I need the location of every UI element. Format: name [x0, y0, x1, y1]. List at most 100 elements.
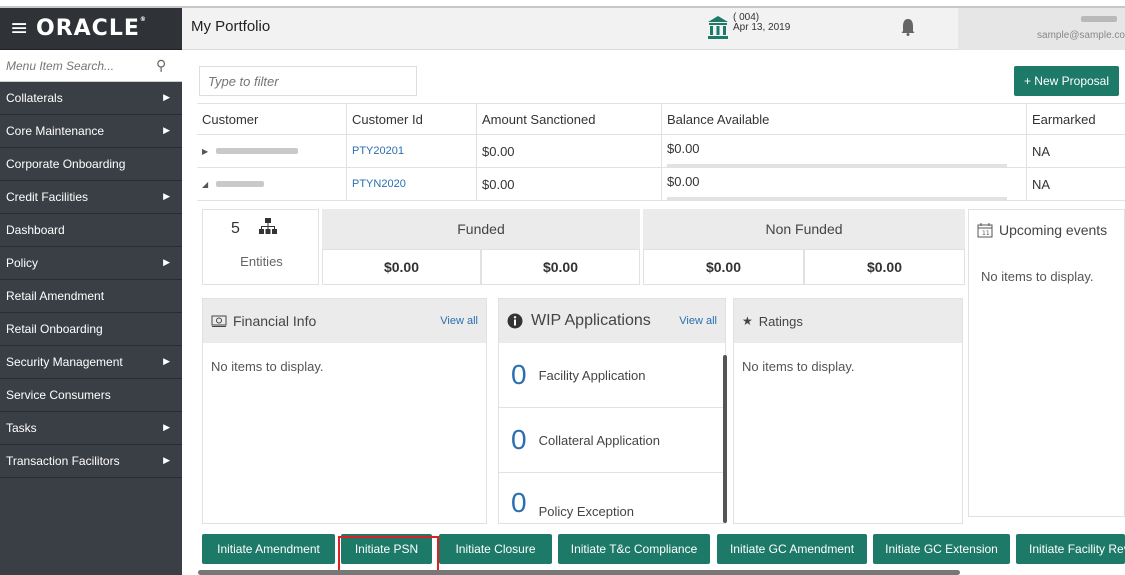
sidebar-item-transaction-facilitors[interactable]: Transaction Facilitors ▶ [0, 445, 182, 478]
financial-info-view-all-link[interactable]: View all [440, 315, 478, 327]
amount-sanctioned-cell: $0.00 [477, 168, 662, 200]
chevron-right-icon: ▶ [163, 126, 170, 136]
amount-sanctioned-cell: $0.00 [477, 135, 662, 167]
sidebar-item-label: Collaterals [6, 91, 63, 105]
portfolio-table: Customer Customer Id Amount Sanctioned B… [197, 103, 1125, 201]
sidebar-item-label: Corporate Onboarding [6, 157, 126, 171]
oracle-logo: ORACLE® [36, 16, 147, 41]
column-header-customer[interactable]: Customer [197, 104, 347, 134]
ratings-header: ★ Ratings [734, 299, 962, 343]
filter-input[interactable] [199, 66, 417, 96]
user-menu[interactable]: sample@sample.co [958, 8, 1125, 50]
sidebar-item-label: Service Consumers [6, 388, 111, 402]
customer-cell: ◢ [197, 168, 347, 200]
sidebar-item-dashboard[interactable]: Dashboard [0, 214, 182, 247]
sidebar-item-retail-amendment[interactable]: Retail Amendment [0, 280, 182, 313]
sidebar-item-label: Tasks [6, 421, 37, 435]
wip-scrollbar[interactable] [723, 355, 727, 523]
info-icon [507, 313, 523, 329]
wip-item-collateral-application[interactable]: 0 Collateral Application [499, 408, 725, 473]
customer-id-link[interactable]: PTYN2020 [352, 178, 406, 190]
horizontal-scrollbar[interactable] [198, 570, 960, 575]
ratings-empty: No items to display. [742, 359, 855, 374]
non-funded-value: $0.00 [804, 249, 965, 285]
menu-search-input[interactable] [6, 58, 156, 73]
expand-icon[interactable]: ▶ [202, 147, 208, 156]
non-funded-value: $0.00 [643, 249, 804, 285]
customer-id-link[interactable]: PTY20201 [352, 145, 404, 157]
initiate-facility-review-button[interactable]: Initiate Facility Revi [1016, 534, 1125, 564]
star-icon: ★ [742, 314, 753, 328]
entities-count: 5 [231, 220, 240, 237]
table-row[interactable]: ▶ PTY20201 $0.00 $0.00 NA [197, 135, 1125, 168]
sidebar-item-policy[interactable]: Policy ▶ [0, 247, 182, 280]
sidebar-item-corporate-onboarding[interactable]: Corporate Onboarding [0, 148, 182, 181]
summary-strip: 5 Entities Funded $0.00 $0.00 Non Funded… [202, 209, 1125, 517]
chevron-right-icon: ▶ [163, 456, 170, 466]
ratings-title: Ratings [758, 313, 803, 329]
main-content: My Portfolio ( 004) Apr 13, 2019 sample@… [182, 8, 1125, 575]
earmarked-cell: NA [1032, 176, 1051, 192]
funded-value: $0.00 [481, 249, 640, 285]
entities-card[interactable]: 5 Entities [202, 209, 319, 285]
sidebar-item-service-consumers[interactable]: Service Consumers [0, 379, 182, 412]
financial-info-widget: Financial Info View all No items to disp… [202, 298, 487, 524]
wip-label: Collateral Application [538, 432, 660, 448]
financial-info-title: Financial Info [233, 313, 317, 329]
upcoming-events-body: No items to display. [968, 249, 1125, 517]
entities-label: Entities [240, 254, 283, 269]
chevron-right-icon: ▶ [163, 258, 170, 268]
sidebar-item-label: Dashboard [6, 223, 65, 237]
funded-value: $0.00 [322, 249, 481, 285]
table-header-row: Customer Customer Id Amount Sanctioned B… [197, 103, 1125, 135]
initiate-gc-amendment-button[interactable]: Initiate GC Amendment [717, 534, 867, 564]
sidebar-item-core-maintenance[interactable]: Core Maintenance ▶ [0, 115, 182, 148]
initiate-amendment-button[interactable]: Initiate Amendment [202, 534, 335, 564]
sidebar-item-tasks[interactable]: Tasks ▶ [0, 412, 182, 445]
user-name-redacted [1081, 16, 1117, 22]
sidebar-item-collaterals[interactable]: Collaterals ▶ [0, 82, 182, 115]
sidebar-item-security-management[interactable]: Security Management ▶ [0, 346, 182, 379]
wip-label: Facility Application [538, 367, 646, 383]
bank-icon[interactable] [707, 15, 729, 39]
balance-bar [667, 197, 1007, 200]
sidebar-item-label: Credit Facilities [6, 190, 89, 204]
column-header-customer-id[interactable]: Customer Id [347, 104, 477, 134]
customer-id-cell: PTYN2020 [347, 168, 477, 200]
calendar-icon: 11 [977, 222, 993, 237]
sidebar-item-credit-facilities[interactable]: Credit Facilities ▶ [0, 181, 182, 214]
bell-icon[interactable] [901, 18, 915, 36]
sidebar-item-retail-onboarding[interactable]: Retail Onboarding [0, 313, 182, 346]
chevron-right-icon: ▶ [163, 93, 170, 103]
initiate-gc-extension-button[interactable]: Initiate GC Extension [873, 534, 1010, 564]
upcoming-events-header: 11 Upcoming events [968, 209, 1125, 249]
hamburger-icon[interactable]: ≡ [10, 17, 36, 40]
initiate-closure-button[interactable]: Initiate Closure [439, 534, 552, 564]
ratings-widget: ★ Ratings No items to display. [733, 298, 963, 524]
funded-header: Funded [322, 209, 640, 249]
upcoming-events-title: Upcoming events [999, 221, 1108, 238]
menu-search: ⚲ [0, 50, 182, 82]
sidebar-item-label: Retail Amendment [6, 289, 105, 303]
wip-applications-widget: WIP Applications View all 0 Facility App… [498, 298, 727, 524]
money-icon [211, 315, 227, 327]
column-header-amount-sanctioned[interactable]: Amount Sanctioned [477, 104, 662, 134]
top-border [0, 0, 1125, 8]
balance-available-cell: $0.00 [662, 135, 1027, 167]
initiate-tc-compliance-button[interactable]: Initiate T&c Compliance [558, 534, 710, 564]
search-icon[interactable]: ⚲ [156, 58, 166, 74]
column-header-balance-available[interactable]: Balance Available [662, 104, 1027, 134]
highlight-box [338, 536, 439, 572]
balance-available-cell: $0.00 [662, 168, 1027, 200]
page-title: My Portfolio [191, 18, 271, 35]
table-row[interactable]: ◢ PTYN2020 $0.00 $0.00 NA [197, 168, 1125, 201]
page-header: My Portfolio ( 004) Apr 13, 2019 sample@… [182, 8, 1125, 50]
wip-view-all-link[interactable]: View all [679, 315, 717, 327]
new-proposal-button[interactable]: + New Proposal [1014, 66, 1119, 96]
chevron-right-icon: ▶ [163, 192, 170, 202]
wip-item-facility-application[interactable]: 0 Facility Application [499, 343, 725, 408]
column-header-earmarked[interactable]: Earmarked [1027, 104, 1125, 134]
collapse-icon[interactable]: ◢ [202, 180, 208, 189]
brand-bar: ≡ ORACLE® [0, 8, 182, 50]
wip-item-policy-exception[interactable]: 0 Policy Exception [499, 473, 725, 523]
